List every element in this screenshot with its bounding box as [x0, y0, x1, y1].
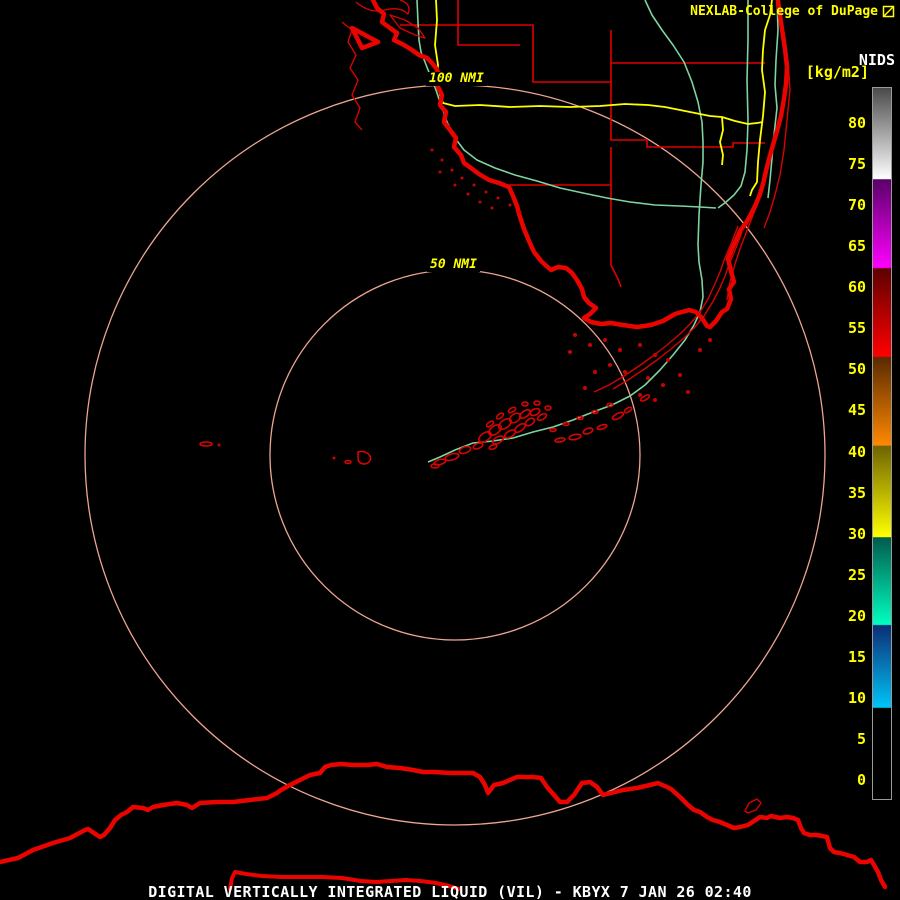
product-title: DIGITAL VERTICALLY INTEGRATED LIQUID (VI…: [148, 883, 752, 900]
units-label: [kg/m2]: [805, 63, 869, 81]
scale-tick: 25: [847, 565, 866, 584]
cuba-cay-outline: [744, 798, 762, 814]
key-island: [568, 433, 582, 441]
key-island: [521, 401, 529, 407]
radar-map-canvas: [0, 0, 888, 891]
yellow-highway: [719, 116, 724, 166]
scale-tick: 40: [847, 442, 866, 461]
key-island: [513, 422, 527, 434]
range-ring-50nmi: [269, 269, 641, 641]
brand-attribution: NEXLAB-College of DuPage: [690, 4, 895, 19]
key-island: [478, 431, 492, 443]
key-island: [582, 427, 594, 435]
scale-tick: 35: [847, 483, 866, 502]
vil-color-scale-bar: [872, 87, 892, 800]
cod-logo-icon: [882, 5, 895, 18]
scale-tick: 45: [847, 401, 866, 420]
scale-tick: 65: [847, 237, 866, 256]
key-west-island: [357, 450, 372, 465]
florida-keys-islands: [199, 394, 651, 469]
scale-tick: 10: [847, 688, 866, 707]
scale-tick: 5: [856, 729, 866, 748]
scale-tick: 60: [847, 278, 866, 297]
range-ring-label-100nmi: 100 NMI: [426, 72, 487, 86]
range-ring-label-50nmi: 50 NMI: [427, 258, 480, 272]
key-islet: [217, 443, 221, 447]
key-island: [495, 412, 505, 420]
brand-text: NEXLAB-College of DuPage: [690, 4, 878, 19]
key-island: [430, 463, 440, 469]
scale-tick: 30: [847, 524, 866, 543]
key-island: [623, 406, 633, 414]
green-road: [767, 0, 779, 199]
key-island: [507, 406, 517, 414]
scale-tick: 0: [856, 771, 866, 789]
scale-tick: 75: [847, 155, 866, 174]
radar-display: NEXLAB-College of DuPage NIDS [kg/m2] 80…: [0, 0, 900, 900]
county-line: [457, 0, 520, 46]
range-rings: [84, 84, 826, 826]
cuba-north-coastline: [0, 761, 888, 890]
key-islet: [332, 456, 336, 460]
green-roads: [416, 0, 779, 463]
county-line: [610, 30, 765, 148]
key-island: [344, 459, 352, 465]
scale-tick: 15: [847, 647, 866, 666]
key-island: [554, 437, 566, 443]
green-road: [717, 0, 749, 209]
island-outlines: [341, 0, 791, 393]
key-island: [611, 411, 625, 421]
upper-keys-chain: [593, 225, 739, 393]
marco-island: [349, 25, 381, 51]
key-island: [524, 417, 536, 427]
key-island: [549, 427, 557, 433]
marquesas-keys: [199, 441, 213, 447]
range-ring-100nmi: [84, 84, 826, 826]
color-scale-ticks: 80 75 70 65 60 55 50 45 40 35 30 25 20 1…: [820, 115, 866, 788]
yellow-highways: [434, 0, 773, 197]
county-line: [610, 147, 622, 288]
coastlines: [0, 0, 888, 891]
key-island: [488, 443, 498, 451]
key-island: [596, 423, 608, 431]
key-island: [544, 405, 552, 411]
scale-tick: 20: [847, 606, 866, 625]
key-island: [488, 424, 502, 436]
scale-tick: 70: [847, 196, 866, 215]
green-road: [427, 0, 704, 463]
scale-tick: 55: [847, 319, 866, 338]
scale-tick: 80: [847, 114, 866, 132]
key-island: [533, 400, 541, 406]
scale-tick: 50: [847, 360, 866, 379]
key-island: [458, 445, 472, 455]
